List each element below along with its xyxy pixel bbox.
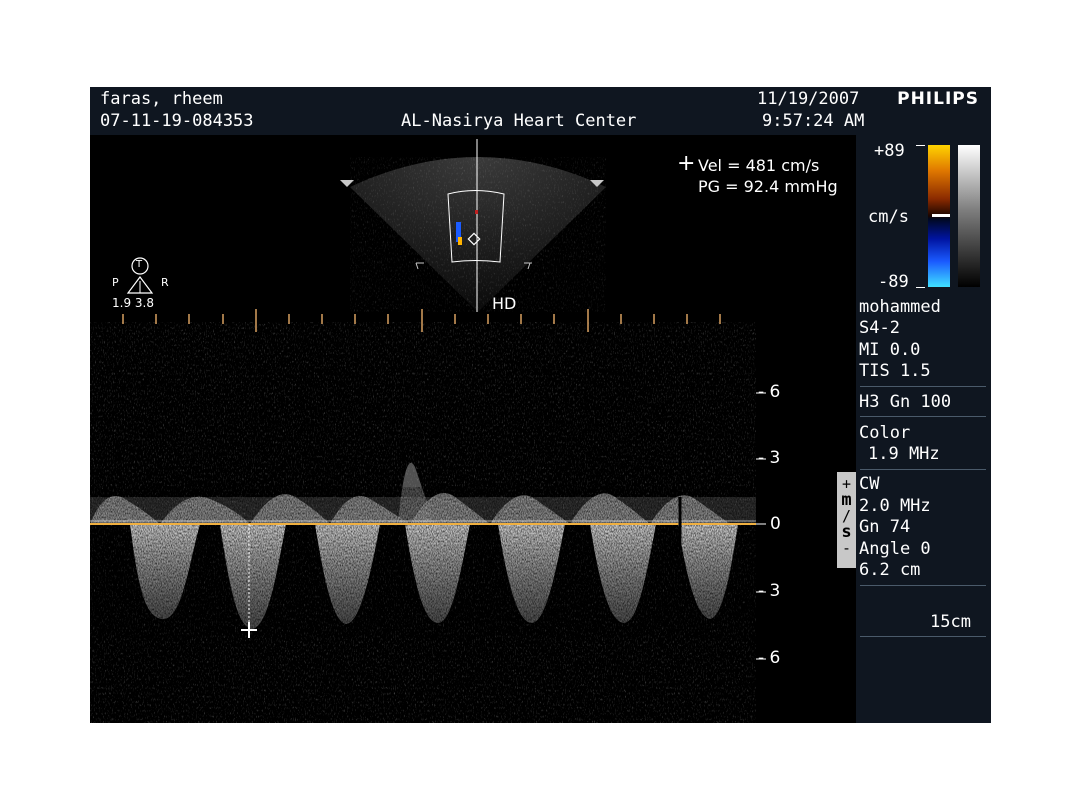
separator <box>860 416 986 417</box>
cw-depth: 6.2 cm <box>859 560 921 580</box>
axis-label-lower: - 3 <box>758 581 781 601</box>
patient-id: 07-11-19-084353 <box>100 111 254 131</box>
color-flow-red <box>475 210 478 214</box>
exam-time: 9:57:24 AM <box>762 111 865 131</box>
sector-depth-marks-left <box>415 262 424 270</box>
unit-char-minus: - <box>841 539 852 557</box>
color-flow-yellow <box>458 237 462 245</box>
brand-logo: PHILIPS <box>897 89 979 109</box>
axis-ticks <box>756 392 766 660</box>
sector-speckle <box>350 157 606 312</box>
separator <box>860 585 986 586</box>
separator <box>860 469 986 470</box>
color-scale-bottom-tick <box>916 287 925 288</box>
velocity-unit-box: + m / s - <box>837 472 856 568</box>
velocity-readout: Vel = 481 cm/s <box>698 156 820 175</box>
harmonics-gain: H3 Gn 100 <box>859 392 952 412</box>
measurement-cross-icon: + <box>677 151 696 176</box>
header-bar: faras, rheem 07-11-19-084353 AL-Nasirya … <box>90 87 991 135</box>
doppler-mode: CW <box>859 474 880 494</box>
axis-label-top: - 6 <box>758 382 781 402</box>
settings-panel: +89 cm/s -89 mohammed S4-2 MI 0.0 TIS 1.… <box>856 135 991 723</box>
color-scale-baseline-marker <box>932 214 950 217</box>
institution-name: AL-Nasirya Heart Center <box>401 111 637 131</box>
gray-bar <box>958 145 980 287</box>
color-frequency: 1.9 MHz <box>868 444 940 464</box>
pressure-gradient-readout: PG = 92.4 mmHg <box>698 177 838 196</box>
tee-label: T <box>136 259 143 270</box>
exam-date: 11/19/2007 <box>757 89 860 109</box>
sector-left-marker-icon <box>340 180 354 187</box>
separator <box>860 386 986 387</box>
spectrum-grain <box>90 487 756 637</box>
color-scale-bottom: -89 <box>878 272 909 292</box>
axis-label-upper: - 3 <box>758 448 781 468</box>
axis-label-zero: 0 <box>770 514 781 534</box>
unit-char-m: m <box>841 490 852 510</box>
cw-gain: Gn 74 <box>859 517 911 537</box>
total-depth: 15cm <box>930 612 971 632</box>
cw-angle: Angle 0 <box>859 539 931 559</box>
color-scale-top-tick <box>916 145 925 146</box>
separator <box>860 636 986 637</box>
color-mode-label: Color <box>859 423 911 443</box>
unit-char-s: s <box>841 522 852 542</box>
probe-model: S4-2 <box>859 318 900 338</box>
probe-p-label: P <box>112 276 119 289</box>
axis-label-bottom: - 6 <box>758 648 781 668</box>
thermal-index: TIS 1.5 <box>859 361 931 381</box>
patient-name: faras, rheem <box>100 89 223 109</box>
mechanical-index: MI 0.0 <box>859 340 921 360</box>
color-scale-top: +89 <box>874 141 905 161</box>
probe-values: 1.9 3.8 <box>112 296 154 310</box>
ultrasound-screen: faras, rheem 07-11-19-084353 AL-Nasirya … <box>90 87 991 723</box>
probe-r-label: R <box>161 276 169 289</box>
cw-frequency: 2.0 MHz <box>859 496 931 516</box>
operator-name: mohammed <box>859 297 941 317</box>
hd-label: HD <box>492 294 517 313</box>
color-scale-unit: cm/s <box>868 207 909 227</box>
